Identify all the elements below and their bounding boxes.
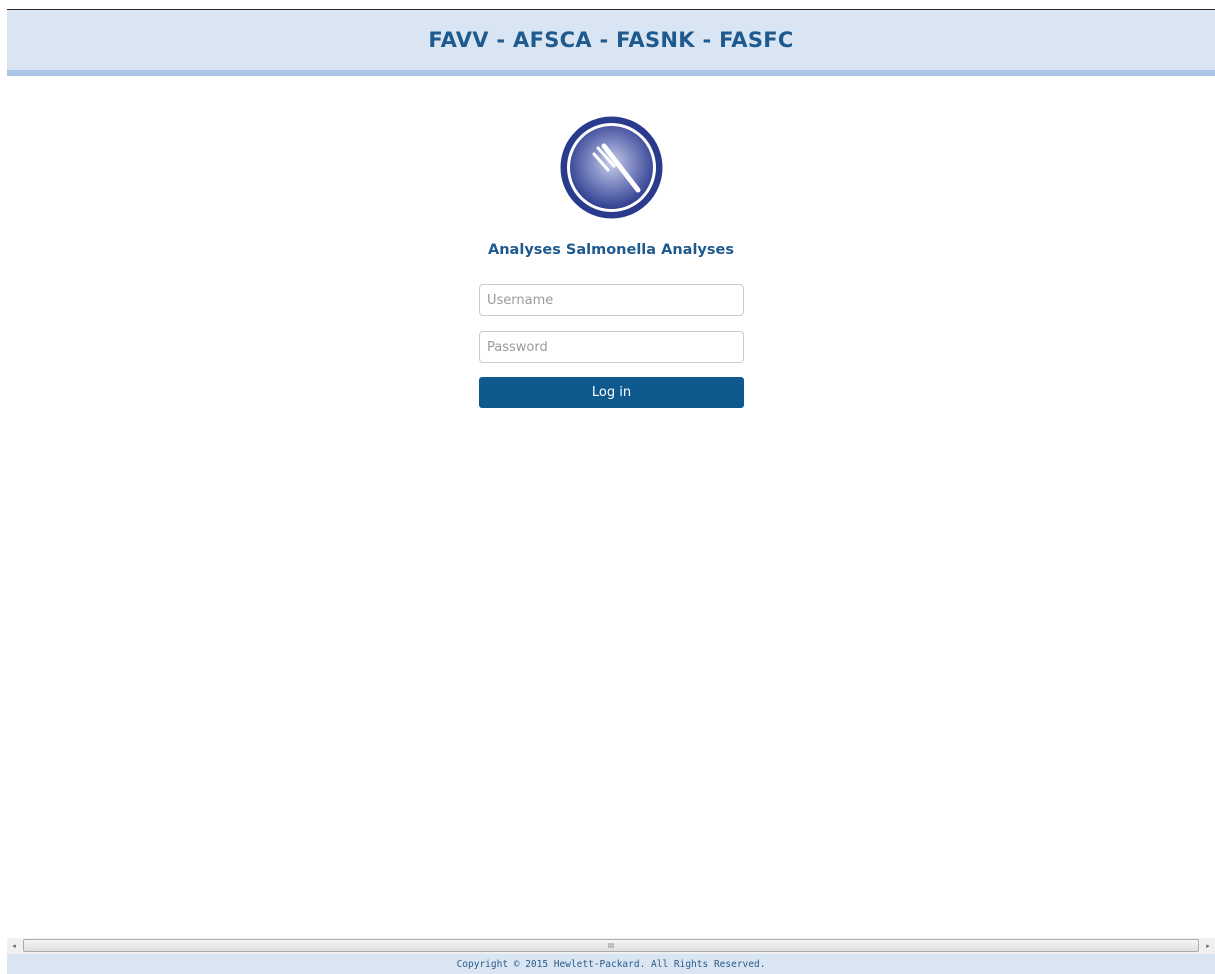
grip-icon: III	[607, 941, 615, 950]
horizontal-scrollbar[interactable]: ◂ III ▸	[7, 938, 1215, 954]
copyright-text: Copyright © 2015 Hewlett-Packard. All Ri…	[456, 958, 766, 970]
scrollbar-thumb[interactable]: III	[23, 939, 1199, 952]
scroll-right-icon[interactable]: ▸	[1201, 938, 1215, 954]
password-input[interactable]	[479, 331, 744, 363]
page-header: FAVV - AFSCA - FASNK - FASFC	[7, 10, 1215, 76]
login-button[interactable]: Log in	[479, 377, 744, 408]
test-tube-icon	[560, 116, 663, 219]
app-title: Analyses Salmonella Analyses	[488, 242, 734, 258]
page-footer: Copyright © 2015 Hewlett-Packard. All Ri…	[7, 954, 1215, 974]
login-page: FAVV - AFSCA - FASNK - FASFC Analyses Sa…	[0, 0, 1215, 974]
header-title: FAVV - AFSCA - FASNK - FASFC	[428, 28, 794, 52]
scroll-left-icon[interactable]: ◂	[7, 938, 21, 954]
username-input[interactable]	[479, 284, 744, 316]
